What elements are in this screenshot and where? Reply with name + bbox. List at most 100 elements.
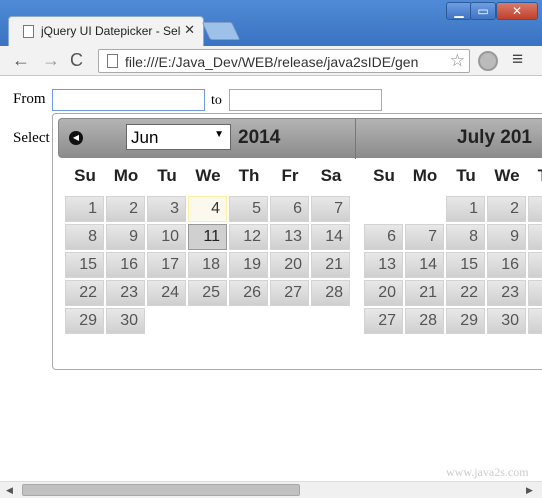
header-divider	[355, 119, 356, 159]
day-cell[interactable]: 17	[528, 252, 542, 278]
star-icon[interactable]: ☆	[450, 51, 465, 71]
horizontal-scrollbar[interactable]: ◀ ▶	[0, 481, 542, 498]
weekday-header: Mo	[113, 166, 139, 185]
page-icon	[23, 25, 34, 38]
watermark: www.java2s.com	[446, 465, 529, 479]
day-cell[interactable]: 1	[446, 196, 485, 222]
scrollbar-thumb[interactable]	[22, 484, 300, 496]
from-date-input[interactable]	[52, 89, 205, 111]
tab-title: jQuery UI Datepicker - Sele	[41, 24, 181, 38]
weekday-header: Su	[373, 166, 395, 185]
weekday-header: Mo	[412, 166, 438, 185]
day-cell[interactable]: 15	[65, 252, 104, 278]
day-cell[interactable]: 20	[270, 252, 309, 278]
day-cell[interactable]: 22	[65, 280, 104, 306]
title-bar: jQuery UI Datepicker - Sele ✕ ▁ ▭ ✕	[0, 0, 542, 46]
second-month-title: July 201	[457, 127, 532, 148]
scroll-right-icon[interactable]: ▶	[526, 485, 533, 496]
datepicker-popup: ◀ Jun ▼ 2014 July 201 Su Mo Tu We Th Fr Sa 1 2 3 4…	[52, 113, 542, 370]
month-select-value: Jun	[131, 128, 159, 147]
weekday-header: We	[494, 166, 520, 185]
day-cell[interactable]: 10	[528, 224, 542, 250]
day-cell[interactable]: 9	[106, 224, 145, 250]
day-cell[interactable]: 17	[147, 252, 186, 278]
maximize-button[interactable]: ▭	[470, 2, 496, 20]
day-cell[interactable]: 23	[487, 280, 526, 306]
menu-icon[interactable]: ≡	[512, 49, 523, 71]
datepicker-header: ◀ Jun ▼ 2014 July 201	[58, 118, 542, 159]
day-cell[interactable]: 30	[106, 308, 145, 334]
day-cell[interactable]: 7	[405, 224, 444, 250]
day-cell[interactable]: 6	[270, 196, 309, 222]
day-cell[interactable]: 24	[528, 280, 542, 306]
day-cell[interactable]: 18	[188, 252, 227, 278]
reload-icon[interactable]: C	[70, 50, 83, 71]
url-text[interactable]: file:///E:/Java_Dev/WEB/release/java2sID…	[125, 54, 445, 70]
back-arrow-icon[interactable]: ←	[12, 50, 30, 71]
prev-month-icon[interactable]: ◀	[69, 131, 83, 145]
day-cell[interactable]: 10	[147, 224, 186, 250]
day-cell[interactable]: 6	[364, 224, 403, 250]
to-date-input[interactable]	[229, 89, 382, 111]
month-select[interactable]: Jun ▼	[126, 124, 231, 150]
day-cell[interactable]: 3	[528, 196, 542, 222]
day-cell[interactable]: 2	[106, 196, 145, 222]
scroll-left-icon[interactable]: ◀	[6, 485, 13, 496]
day-cell[interactable]: 15	[446, 252, 485, 278]
forward-arrow-icon[interactable]: →	[42, 50, 60, 71]
weekday-header: Tu	[157, 166, 177, 185]
browser-tab[interactable]: jQuery UI Datepicker - Sele ✕	[8, 16, 204, 46]
day-cell[interactable]: 16	[106, 252, 145, 278]
day-cell[interactable]: 2	[487, 196, 526, 222]
day-cell[interactable]: 5	[229, 196, 268, 222]
day-cell[interactable]: 31	[528, 308, 542, 334]
to-label: to	[211, 93, 222, 108]
day-cell[interactable]: 21	[405, 280, 444, 306]
weekday-header: Sa	[320, 166, 342, 185]
day-cell[interactable]: 30	[487, 308, 526, 334]
close-window-button[interactable]: ✕	[496, 2, 538, 20]
day-cell[interactable]: 16	[487, 252, 526, 278]
day-cell[interactable]: 24	[147, 280, 186, 306]
extension-icon[interactable]	[478, 51, 498, 71]
weekday-header: Th	[528, 166, 542, 186]
day-cell[interactable]: 26	[229, 280, 268, 306]
day-cell[interactable]: 29	[446, 308, 485, 334]
day-cell[interactable]: 21	[311, 252, 350, 278]
address-bar[interactable]: file:///E:/Java_Dev/WEB/release/java2sID…	[98, 49, 470, 73]
browser-toolbar: ← → C file:///E:/Java_Dev/WEB/release/ja…	[0, 46, 542, 76]
day-cell[interactable]: 13	[364, 252, 403, 278]
day-cell[interactable]: 19	[229, 252, 268, 278]
weekday-header: Tu	[456, 166, 476, 185]
day-cell[interactable]: 12	[229, 224, 268, 250]
day-cell[interactable]: 27	[364, 308, 403, 334]
day-cell[interactable]: 23	[106, 280, 145, 306]
close-tab-icon[interactable]: ✕	[184, 22, 195, 38]
year-label: 2014	[238, 127, 281, 148]
day-cell[interactable]: 22	[446, 280, 485, 306]
minimize-button[interactable]: ▁	[446, 2, 472, 20]
day-cell[interactable]: 25	[188, 280, 227, 306]
day-cell[interactable]: 11	[188, 224, 227, 250]
day-cell[interactable]: 20	[364, 280, 403, 306]
day-cell[interactable]: 27	[270, 280, 309, 306]
day-cell[interactable]: 14	[311, 224, 350, 250]
day-cell[interactable]: 3	[147, 196, 186, 222]
day-cell[interactable]: 4	[188, 196, 227, 222]
day-cell[interactable]: 13	[270, 224, 309, 250]
weekday-header: Th	[238, 166, 260, 185]
new-tab-button[interactable]	[201, 22, 241, 40]
day-cell[interactable]: 8	[65, 224, 104, 250]
day-cell[interactable]: 1	[65, 196, 104, 222]
weekday-header: Fr	[281, 166, 299, 185]
day-cell[interactable]: 29	[65, 308, 104, 334]
day-cell[interactable]: 28	[311, 280, 350, 306]
day-cell[interactable]: 9	[487, 224, 526, 250]
dropdown-caret-icon: ▼	[214, 129, 224, 140]
day-cell[interactable]: 28	[405, 308, 444, 334]
day-cell[interactable]: 14	[405, 252, 444, 278]
from-label: From	[13, 91, 46, 107]
page-content: From to Select ◀ Jun ▼ 2014 July 201 Su M…	[0, 77, 542, 481]
day-cell[interactable]: 8	[446, 224, 485, 250]
day-cell[interactable]: 7	[311, 196, 350, 222]
